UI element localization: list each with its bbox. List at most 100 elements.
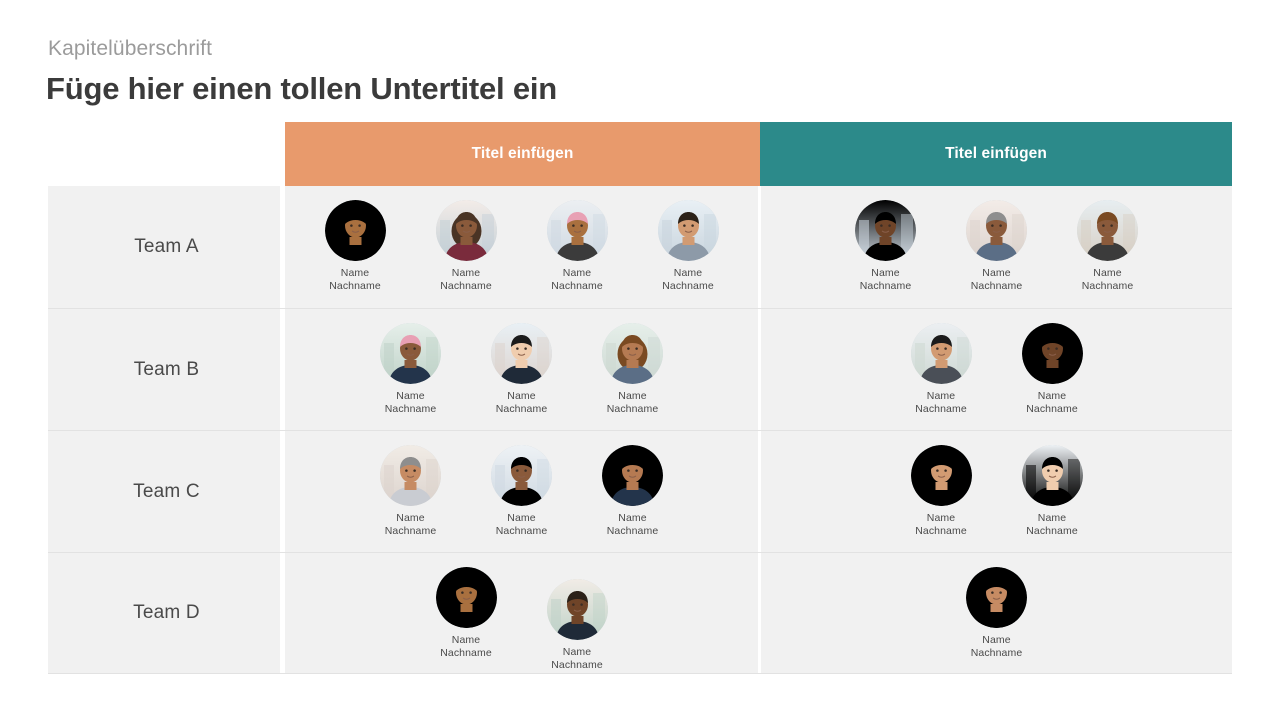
member-last-name: Nachname <box>1026 525 1078 537</box>
avatar <box>602 323 663 384</box>
team-member-name: Name Nachname <box>1082 267 1134 293</box>
member-first-name: Name <box>507 390 536 402</box>
team-member[interactable]: Name Nachname <box>300 186 411 293</box>
member-last-name: Nachname <box>915 525 967 537</box>
team-member[interactable]: Name Nachname <box>886 309 997 416</box>
team-member-name: Name Nachname <box>915 390 967 416</box>
chapter-kicker: Kapitelüberschrift <box>48 37 213 60</box>
team-cell-column-a: Name Nachname Name Nachname <box>285 431 758 552</box>
team-member-name: Name Nachname <box>607 512 659 538</box>
avatar <box>546 200 608 261</box>
member-first-name: Name <box>871 267 900 279</box>
table-row: Team A Name Nachname Name Nachname Name … <box>48 186 1232 308</box>
member-last-name: Nachname <box>329 280 381 292</box>
team-member[interactable]: Name Nachname <box>577 309 688 416</box>
team-member-name: Name Nachname <box>1026 512 1078 538</box>
team-member-name: Name Nachname <box>440 267 492 293</box>
table-header-column-b[interactable]: Titel einfügen <box>760 122 1232 186</box>
team-member-name: Name Nachname <box>496 512 548 538</box>
member-first-name: Name <box>396 390 425 402</box>
team-member-name: Name Nachname <box>971 634 1023 660</box>
member-last-name: Nachname <box>662 280 714 292</box>
team-member-name: Name Nachname <box>551 267 603 293</box>
column-divider-mid <box>758 431 761 552</box>
member-first-name: Name <box>673 267 703 279</box>
avatar <box>435 200 497 261</box>
avatar <box>910 323 972 384</box>
avatar <box>546 579 608 640</box>
team-cell-column-a: Name Nachname Name Nachname <box>285 309 758 430</box>
avatar <box>491 445 552 506</box>
member-first-name: Name <box>1093 267 1122 279</box>
avatar <box>602 445 663 506</box>
avatar <box>380 323 441 384</box>
avatar <box>966 200 1027 261</box>
team-member[interactable]: Name Nachname <box>411 186 522 293</box>
team-member-name: Name Nachname <box>329 267 381 293</box>
team-member[interactable]: Name Nachname <box>941 553 1052 660</box>
table-header-column-a[interactable]: Titel einfügen <box>285 122 760 186</box>
member-last-name: Nachname <box>606 525 659 537</box>
team-label[interactable]: Team A <box>48 186 285 308</box>
slide-canvas: Kapitelüberschrift Füge hier einen tolle… <box>0 0 1280 720</box>
member-last-name: Nachname <box>1081 280 1134 292</box>
team-cell-column-b: Name Nachname <box>761 553 1232 673</box>
member-last-name: Nachname <box>440 280 492 292</box>
member-last-name: Nachname <box>495 403 548 415</box>
team-member[interactable]: Name Nachname <box>522 553 633 672</box>
team-member-name: Name Nachname <box>860 267 912 293</box>
avatar <box>657 200 719 261</box>
team-member-name: Name Nachname <box>971 267 1023 293</box>
team-member-name: Name Nachname <box>385 512 437 538</box>
team-member[interactable]: Name Nachname <box>886 431 997 538</box>
avatar <box>855 200 916 261</box>
member-first-name: Name <box>396 512 425 524</box>
team-member[interactable]: Name Nachname <box>466 431 577 538</box>
column-divider-mid <box>758 186 761 308</box>
team-member-name: Name Nachname <box>496 390 548 416</box>
team-member-name: Name Nachname <box>440 634 492 660</box>
table-row: Team B Name Nachname Name Nachname Name … <box>48 308 1232 430</box>
member-last-name: Nachname <box>970 280 1023 292</box>
column-divider-label <box>280 431 285 552</box>
team-member[interactable]: Name Nachname <box>355 431 466 538</box>
member-last-name: Nachname <box>915 403 967 415</box>
team-member[interactable]: Name Nachname <box>577 431 688 538</box>
team-member[interactable]: Name Nachname <box>941 186 1052 293</box>
avatar <box>1077 200 1138 261</box>
team-member[interactable]: Name Nachname <box>411 553 522 660</box>
team-member[interactable]: Name Nachname <box>466 309 577 416</box>
team-member[interactable]: Name Nachname <box>830 186 941 293</box>
member-last-name: Nachname <box>495 525 548 537</box>
team-member[interactable]: Name Nachname <box>522 186 633 293</box>
member-last-name: Nachname <box>440 647 492 659</box>
column-divider-mid <box>758 553 761 673</box>
member-first-name: Name <box>618 512 647 524</box>
team-cell-column-b: Name Nachname Name Nachname <box>761 186 1232 308</box>
member-last-name: Nachname <box>1026 403 1078 415</box>
team-label[interactable]: Team C <box>48 431 285 552</box>
team-member[interactable]: Name Nachname <box>633 186 744 293</box>
team-member[interactable]: Name Nachname <box>355 309 466 416</box>
table-row: Team C Name Nachname Name Nachname Name … <box>48 430 1232 552</box>
team-member-name: Name Nachname <box>1026 390 1078 416</box>
avatar <box>491 323 552 384</box>
column-divider-mid <box>758 309 761 430</box>
avatar <box>966 567 1027 628</box>
avatar <box>1021 323 1083 384</box>
column-divider-label <box>280 309 285 430</box>
table-row: Team D Name Nachname Name Nachname Name … <box>48 552 1232 674</box>
avatar <box>324 200 386 261</box>
member-last-name: Nachname <box>606 403 659 415</box>
member-first-name: Name <box>562 646 592 658</box>
team-label[interactable]: Team B <box>48 309 285 430</box>
avatar <box>910 445 972 506</box>
member-last-name: Nachname <box>551 659 603 671</box>
team-member[interactable]: Name Nachname <box>997 431 1108 538</box>
team-member-name: Name Nachname <box>551 646 603 672</box>
team-member[interactable]: Name Nachname <box>1052 186 1163 293</box>
team-label[interactable]: Team D <box>48 553 285 673</box>
team-member[interactable]: Name Nachname <box>997 309 1108 416</box>
member-first-name: Name <box>451 634 481 646</box>
member-first-name: Name <box>618 390 647 402</box>
